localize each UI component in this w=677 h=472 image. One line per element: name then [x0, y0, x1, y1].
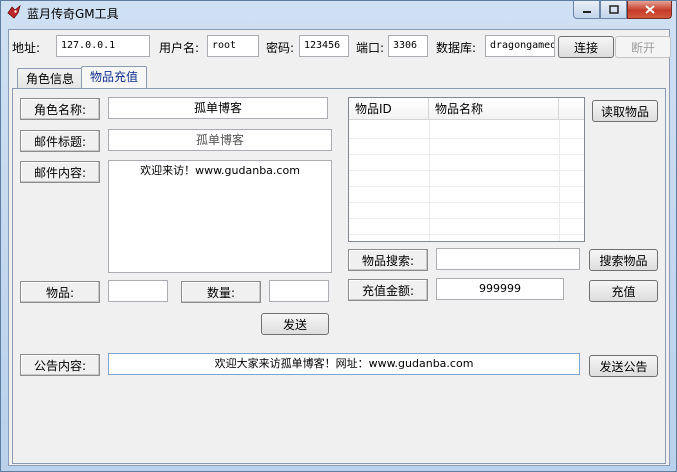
role-name-input[interactable]: 孤单博客 [108, 97, 328, 119]
announcement-input[interactable]: 欢迎大家来访孤单博客！网址：www.gudanba.com [108, 353, 580, 375]
mail-content-textarea[interactable]: 欢迎来访！www.gudanba.com [108, 160, 332, 273]
column-item-name[interactable]: 物品名称 [429, 98, 559, 120]
database-input[interactable]: dragongamed [485, 35, 555, 57]
address-input[interactable]: 127.0.0.1 [56, 35, 150, 57]
app-window: 蓝月传奇GM工具 地址: 127.0.0.1 用户名: root 密码: 123… [0, 0, 677, 472]
port-input[interactable]: 3306 [388, 35, 428, 57]
send-announcement-button[interactable]: 发送公告 [589, 355, 658, 377]
grid-line [349, 138, 584, 139]
role-name-label: 角色名称: [20, 98, 100, 120]
password-label: 密码: [266, 41, 295, 55]
announcement-label: 公告内容: [20, 354, 100, 376]
grid-line [559, 120, 560, 241]
grid-line [349, 234, 584, 235]
red-bird-icon [7, 4, 21, 19]
send-mail-button[interactable]: 发送 [261, 313, 329, 335]
column-item-id[interactable]: 物品ID [349, 98, 429, 120]
username-input[interactable]: root [207, 35, 259, 57]
search-items-button[interactable]: 搜索物品 [589, 249, 658, 271]
grid-line [349, 170, 584, 171]
quantity-input[interactable] [269, 280, 329, 302]
quantity-label: 数量: [181, 281, 261, 303]
database-label: 数据库: [436, 41, 477, 55]
recharge-button[interactable]: 充值 [589, 280, 658, 302]
username-label: 用户名: [159, 41, 200, 55]
mail-title-label: 邮件标题: [20, 130, 100, 152]
item-list-header: 物品ID 物品名称 [349, 98, 584, 120]
grid-line [429, 120, 430, 241]
minimize-icon [582, 10, 591, 13]
column-spacer [559, 98, 584, 120]
mail-title-input[interactable]: 孤单博客 [108, 129, 332, 151]
maximize-icon [608, 5, 619, 14]
item-search-input[interactable] [436, 248, 580, 270]
grid-line [349, 202, 584, 203]
item-input[interactable] [108, 280, 168, 302]
grid-line [349, 154, 584, 155]
client-area: 地址: 127.0.0.1 用户名: root 密码: 123456 端口: 3… [8, 29, 671, 466]
password-input[interactable]: 123456 [299, 35, 349, 57]
grid-line [349, 218, 584, 219]
recharge-amount-label: 充值金额: [348, 279, 428, 301]
maximize-button[interactable] [600, 1, 627, 19]
item-list[interactable]: 物品ID 物品名称 [348, 97, 585, 242]
grid-line [349, 186, 584, 187]
item-label: 物品: [20, 281, 100, 303]
window-title: 蓝月传奇GM工具 [27, 7, 119, 21]
tab-role-info[interactable]: 角色信息 [17, 68, 84, 89]
close-icon [644, 5, 655, 14]
recharge-amount-input[interactable]: 999999 [436, 278, 564, 300]
read-items-button[interactable]: 读取物品 [592, 100, 658, 122]
tab-item-recharge[interactable]: 物品充值 [81, 66, 148, 89]
close-button[interactable] [627, 1, 672, 19]
item-search-label: 物品搜索: [348, 249, 428, 271]
address-label: 地址: [12, 41, 41, 55]
port-label: 端口: [356, 41, 385, 55]
title-bar[interactable]: 蓝月传奇GM工具 [1, 1, 676, 25]
mail-content-label: 邮件内容: [20, 161, 100, 183]
disconnect-button[interactable]: 断开 [615, 36, 671, 58]
connect-button[interactable]: 连接 [558, 36, 614, 58]
minimize-button[interactable] [573, 1, 600, 19]
